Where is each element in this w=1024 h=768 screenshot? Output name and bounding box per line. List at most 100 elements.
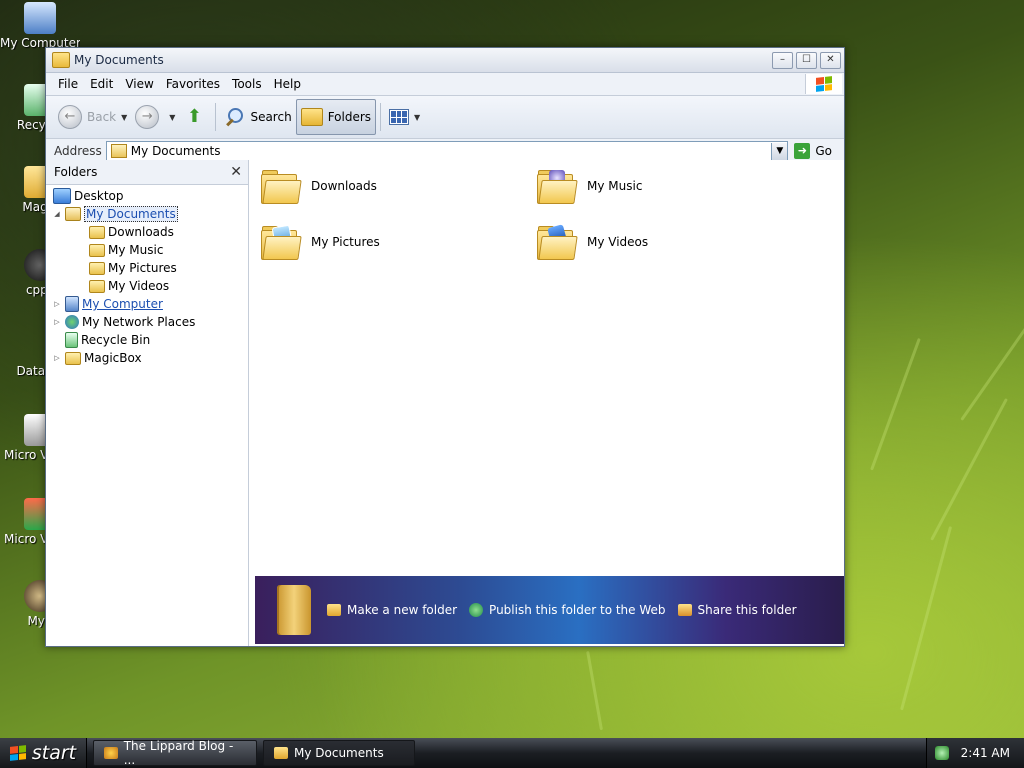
- tree-item-magicbox[interactable]: ▷ MagicBox: [46, 349, 248, 367]
- publish-folder-link[interactable]: Publish this folder to the Web: [469, 603, 666, 617]
- tree-item-label: My Videos: [108, 279, 170, 293]
- music-folder-icon: [89, 243, 105, 257]
- explorer-window: My Documents – ☐ ✕ File Edit View Favori…: [45, 47, 845, 647]
- chevron-down-icon[interactable]: ▼: [121, 113, 127, 122]
- tree-item-label: My Pictures: [108, 261, 177, 275]
- tree-item-my-music[interactable]: My Music: [46, 241, 248, 259]
- search-icon: [224, 106, 246, 128]
- menu-favorites[interactable]: Favorites: [160, 77, 226, 91]
- folder-item-label: Downloads: [311, 179, 377, 193]
- address-label: Address: [54, 144, 102, 158]
- folder-item-my-pictures[interactable]: My Pictures: [261, 224, 380, 260]
- expand-icon[interactable]: ▷: [52, 354, 62, 362]
- tree-item-recycle-bin[interactable]: Recycle Bin: [46, 331, 248, 349]
- folders-pane-title: Folders: [54, 165, 98, 179]
- chevron-down-icon[interactable]: ▼: [169, 113, 175, 122]
- start-button[interactable]: start: [0, 738, 87, 768]
- menu-edit[interactable]: Edit: [84, 77, 119, 91]
- music-folder-icon: [537, 170, 578, 204]
- computer-icon: [65, 296, 79, 312]
- menu-file[interactable]: File: [52, 77, 84, 91]
- folder-item-downloads[interactable]: Downloads: [261, 170, 377, 204]
- title-bar[interactable]: My Documents – ☐ ✕: [46, 48, 844, 73]
- share-folder-link[interactable]: Share this folder: [677, 603, 797, 617]
- expand-icon[interactable]: ▷: [52, 318, 62, 326]
- browser-icon: [104, 747, 118, 759]
- my-documents-icon: [65, 207, 81, 221]
- tree-item-my-videos[interactable]: My Videos: [46, 277, 248, 295]
- computer-icon: [24, 2, 56, 34]
- tree-item-label: My Computer: [82, 297, 163, 311]
- wallpaper-grass: [870, 337, 921, 471]
- folder-icon: [261, 170, 302, 204]
- search-button[interactable]: Search: [220, 99, 295, 135]
- menu-help[interactable]: Help: [268, 77, 307, 91]
- window-body: Folders ✕ Desktop ◢ My Documents Downloa…: [46, 160, 844, 646]
- expand-icon[interactable]: ▷: [52, 300, 62, 308]
- wallpaper-grass: [900, 526, 953, 711]
- folder-icon: [89, 225, 105, 239]
- tree-item-my-documents[interactable]: ◢ My Documents: [46, 205, 248, 223]
- folder-icon: [65, 351, 81, 365]
- taskbar-button-my-documents[interactable]: My Documents: [263, 740, 415, 766]
- back-arrow-icon: ←: [58, 105, 82, 129]
- address-dropdown-button[interactable]: ▼: [771, 142, 788, 160]
- menu-tools[interactable]: Tools: [226, 77, 268, 91]
- folder-icon: [274, 747, 288, 759]
- folder-tasks-bar: Make a new folder Publish this folder to…: [255, 576, 844, 644]
- videos-folder-icon: [89, 279, 105, 293]
- taskbar-button-label: The Lippard Blog - ...: [123, 739, 234, 767]
- go-arrow-icon: ➜: [794, 143, 811, 159]
- close-icon[interactable]: ✕: [230, 164, 242, 180]
- publish-folder-label: Publish this folder to the Web: [489, 603, 666, 617]
- new-folder-icon: [327, 604, 341, 616]
- chevron-down-icon[interactable]: ▼: [414, 113, 420, 122]
- go-button[interactable]: ➜ Go: [794, 143, 832, 159]
- collapse-icon[interactable]: ◢: [52, 210, 62, 218]
- minimize-button[interactable]: –: [772, 51, 793, 69]
- folder-item-label: My Videos: [587, 235, 649, 249]
- folder-icon: [110, 144, 127, 158]
- make-new-folder-link[interactable]: Make a new folder: [327, 603, 457, 617]
- address-value: My Documents: [130, 144, 221, 158]
- start-label: start: [31, 742, 77, 764]
- folders-pane: Folders ✕ Desktop ◢ My Documents Downloa…: [46, 160, 249, 646]
- folder-item-my-videos[interactable]: My Videos: [537, 224, 649, 260]
- taskbar-button-lippard-blog[interactable]: The Lippard Blog - ...: [93, 739, 257, 767]
- forward-arrow-icon: →: [135, 105, 160, 129]
- wallpaper-grass: [960, 320, 1024, 421]
- taskbar-button-label: My Documents: [294, 746, 384, 760]
- wallpaper-grass: [930, 398, 1008, 541]
- maximize-button[interactable]: ☐: [796, 51, 817, 69]
- toolbar: ← Back ▼ → ▼ ⬆ Search Folders ▼: [46, 96, 844, 139]
- folders-icon: [300, 108, 323, 126]
- tree-item-desktop[interactable]: Desktop: [46, 187, 248, 205]
- safely-remove-hardware-icon[interactable]: [934, 746, 949, 760]
- tree-item-label: MagicBox: [84, 351, 142, 365]
- forward-button[interactable]: → ▼: [131, 99, 179, 135]
- recycle-bin-icon: [65, 332, 78, 348]
- views-button[interactable]: ▼: [385, 99, 424, 135]
- address-input[interactable]: My Documents ▼: [105, 140, 789, 162]
- pictures-folder-icon: [89, 261, 105, 275]
- tree-item-downloads[interactable]: Downloads: [46, 223, 248, 241]
- close-button[interactable]: ✕: [820, 51, 841, 69]
- clock[interactable]: 2:41 AM: [961, 746, 1010, 760]
- publish-web-icon: [469, 603, 484, 617]
- tree-item-label: My Network Places: [82, 315, 196, 329]
- folders-button[interactable]: Folders: [295, 99, 377, 135]
- menu-view[interactable]: View: [119, 77, 159, 91]
- up-button[interactable]: ⬆: [179, 99, 211, 135]
- tree-item-my-pictures[interactable]: My Pictures: [46, 259, 248, 277]
- folder-item-my-music[interactable]: My Music: [537, 170, 643, 204]
- folder-item-label: My Music: [587, 179, 643, 193]
- tree-item-my-computer[interactable]: ▷ My Computer: [46, 295, 248, 313]
- folder-item-label: My Pictures: [311, 235, 380, 249]
- tree-item-my-network-places[interactable]: ▷ My Network Places: [46, 313, 248, 331]
- large-folder-icon: [277, 585, 311, 635]
- windows-logo: [805, 74, 842, 94]
- toolbar-separator: [380, 103, 382, 131]
- back-button[interactable]: ← Back ▼: [54, 99, 131, 135]
- menu-bar: File Edit View Favorites Tools Help: [46, 73, 844, 96]
- desktop-icon-my-computer[interactable]: My Computer: [0, 2, 80, 50]
